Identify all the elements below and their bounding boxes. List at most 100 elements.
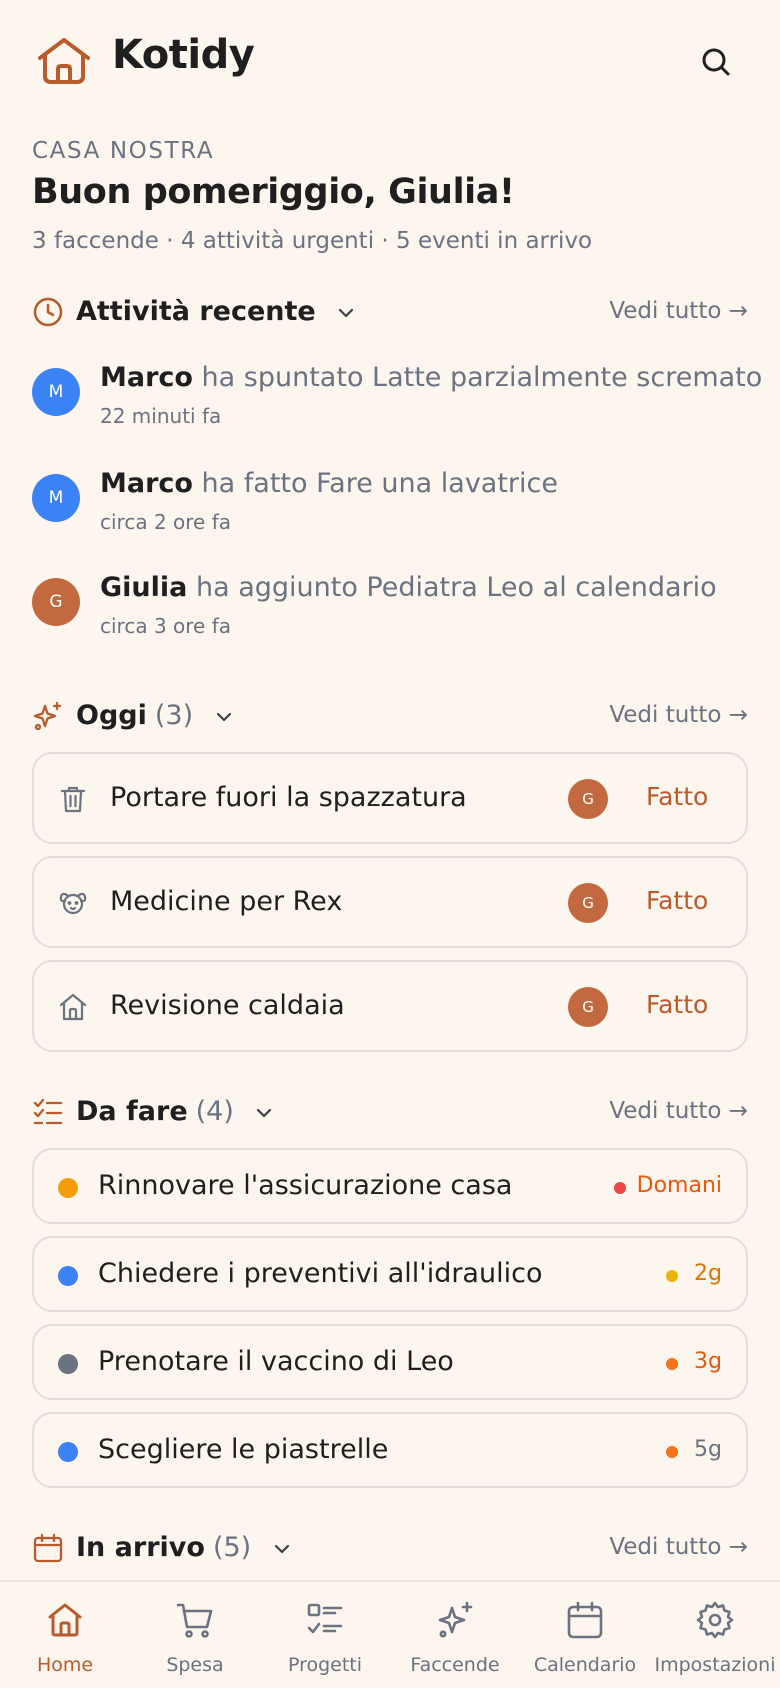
task-card[interactable]: Scegliere le piastrelle 5g [32,1412,748,1488]
chevron-down-icon[interactable] [213,706,235,728]
nav-item-calendario[interactable]: Calendario [520,1582,650,1688]
chevron-down-icon[interactable] [335,302,357,324]
task-card[interactable]: Rinnovare l'assicurazione casa Domani [32,1148,748,1224]
task-card[interactable]: Prenotare il vaccino di Leo 3g [32,1324,748,1400]
chore-card[interactable]: Revisione caldaia G Fatto [32,960,748,1052]
chevron-down-icon[interactable] [271,1538,293,1560]
nav-label: Home [36,1654,94,1676]
summary-text: 3 faccende · 4 attività urgenti · 5 even… [32,228,593,254]
section-todo-title: Da fare (4) [76,1096,275,1127]
section-title-text: Da fare [76,1096,188,1127]
activity-action: ha aggiunto Pediatra Leo al calendario [187,572,717,603]
nav-label: Spesa [166,1654,224,1676]
done-button[interactable]: Fatto [646,886,708,915]
home-icon [48,1603,82,1637]
section-todo-header[interactable]: Da fare (4) Vedi tutto → [32,1092,748,1132]
activity-text: Marco ha fatto Fare una lavatrice [100,468,558,499]
task-label: Scegliere le piastrelle [98,1434,389,1465]
chore-label: Portare fuori la spazzatura [110,782,467,813]
priority-dot [58,1178,78,1198]
due-dot [614,1182,626,1194]
activity-text: Marco ha spuntato Latte parzialmente scr… [100,362,762,393]
activity-time: circa 3 ore fa [100,614,232,638]
see-all-link[interactable]: Vedi tutto → [609,298,748,324]
done-button[interactable]: Fatto [646,782,708,811]
nav-label: Calendario [533,1654,637,1676]
house-logo-icon [38,38,90,84]
app-title: Kotidy [112,32,255,78]
section-today-header[interactable]: Oggi (3) Vedi tutto → [32,696,748,736]
bottom-navigation: Home Spesa Progetti Faccende Calendario … [0,1580,780,1688]
page-title: Buon pomeriggio, Giulia! [32,172,515,212]
chore-card[interactable]: Portare fuori la spazzatura G Fatto [32,752,748,844]
nav-label: Progetti [287,1654,363,1676]
assignee-avatar: G [568,779,608,819]
section-title-text: Attività recente [76,296,316,327]
see-all-link[interactable]: Vedi tutto → [609,1098,748,1124]
section-today-title: Oggi (3) [76,700,235,731]
house-icon [59,993,87,1021]
section-upcoming-title: In arrivo (5) [76,1532,293,1563]
sparkles-icon [33,701,62,731]
calendar-icon [33,1533,63,1563]
checklist-icon [33,1098,63,1125]
cart-icon [176,1603,213,1638]
activity-item: M Marco ha spuntato Latte parzialmente s… [32,362,762,442]
nav-item-impostazioni[interactable]: Impostazioni [650,1582,780,1688]
due-label: 5g [694,1437,722,1462]
see-all-link[interactable]: Vedi tutto → [609,702,748,728]
nav-item-progetti[interactable]: Progetti [260,1582,390,1688]
calendar-icon [567,1601,603,1639]
activity-action: ha fatto Fare una lavatrice [192,468,558,499]
task-card[interactable]: Chiedere i preventivi all'idraulico 2g [32,1236,748,1312]
search-icon[interactable] [696,42,736,82]
section-title-text: Oggi [76,700,147,731]
nav-label: Impostazioni [654,1654,776,1676]
nav-label: Faccende [410,1654,500,1676]
trash-icon [60,786,86,813]
nav-item-home[interactable]: Home [0,1582,130,1688]
due-dot [666,1446,678,1458]
section-count: (3) [154,700,194,731]
section-recent-title: Attività recente [76,296,357,327]
activity-item: M Marco ha fatto Fare una lavatrice circ… [32,468,748,548]
app-header: Kotidy [0,0,780,120]
activity-time: circa 2 ore fa [100,510,232,534]
due-dot [666,1270,678,1282]
priority-dot [58,1354,78,1374]
section-title-text: In arrivo [76,1532,205,1563]
gear-icon [696,1601,734,1639]
due-label: 3g [694,1349,722,1374]
task-label: Prenotare il vaccino di Leo [98,1346,454,1377]
due-label: 2g [694,1261,722,1286]
chore-label: Revisione caldaia [110,990,345,1021]
task-label: Chiedere i preventivi all'idraulico [98,1258,543,1289]
activity-user: Marco [100,362,193,393]
avatar: M [32,474,80,522]
section-count: (4) [195,1096,234,1127]
priority-dot [58,1266,78,1286]
activity-item: G Giulia ha aggiunto Pediatra Leo al cal… [32,572,748,652]
avatar: G [32,578,80,626]
activity-user: Marco [100,468,193,499]
see-all-link[interactable]: Vedi tutto → [609,1534,748,1560]
checklist-icon [307,1603,343,1634]
activity-time: 22 minuti fa [100,404,222,428]
done-button[interactable]: Fatto [646,990,708,1019]
chore-card[interactable]: Medicine per Rex G Fatto [32,856,748,948]
task-label: Rinnovare l'assicurazione casa [98,1170,513,1201]
priority-dot [58,1442,78,1462]
nav-item-faccende[interactable]: Faccende [390,1582,520,1688]
section-recent-header[interactable]: Attività recente Vedi tutto → [32,292,748,332]
clock-icon [33,297,63,327]
chevron-down-icon[interactable] [253,1102,275,1124]
chore-label: Medicine per Rex [110,886,343,917]
household-name: CASA NOSTRA [32,138,215,164]
section-upcoming-header[interactable]: In arrivo (5) Vedi tutto → [32,1528,748,1568]
nav-item-spesa[interactable]: Spesa [130,1582,260,1688]
due-label: Domani [636,1173,722,1198]
section-count: (5) [212,1532,252,1563]
assignee-avatar: G [568,987,608,1027]
activity-user: Giulia [100,572,188,603]
avatar: M [32,368,80,416]
